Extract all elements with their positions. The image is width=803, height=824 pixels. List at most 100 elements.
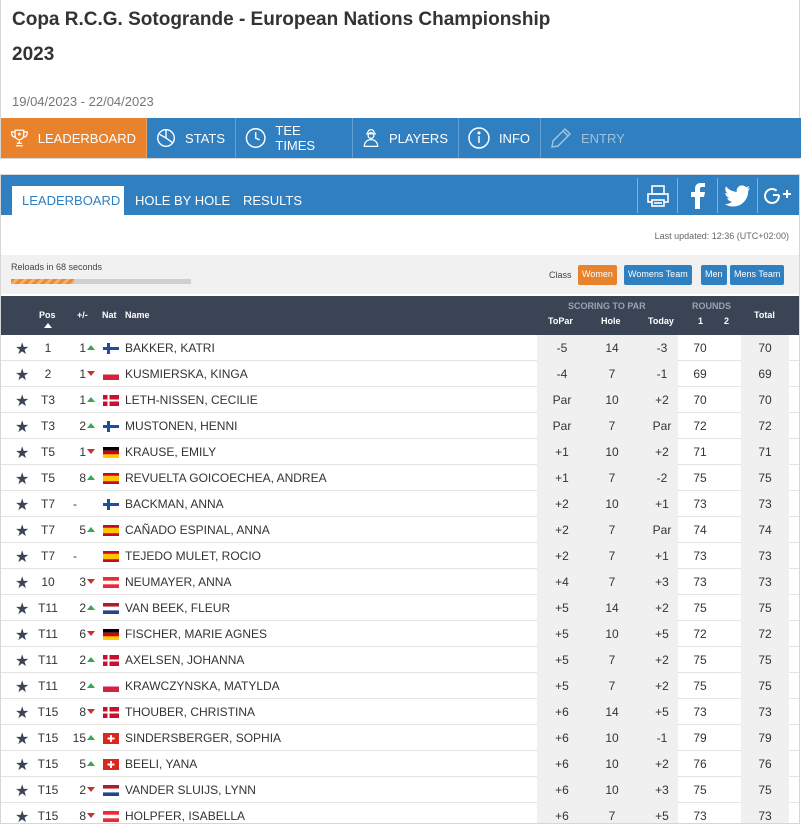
row-player-name[interactable]: MUSTONEN, HENNI	[125, 419, 237, 433]
table-row[interactable]: ★ T3 1 LETH-NISSEN, CECILIE Par 10 +2 70 70	[1, 387, 799, 413]
row-player-name[interactable]: LETH-NISSEN, CECILIE	[125, 393, 258, 407]
favorite-star-icon[interactable]: ★	[15, 417, 29, 437]
class-filter-label: Class	[549, 270, 572, 280]
row-player-name[interactable]: THOUBER, CHRISTINA	[125, 705, 255, 719]
row-today: +2	[655, 601, 669, 615]
row-total: 72	[758, 627, 772, 641]
favorite-star-icon[interactable]: ★	[15, 807, 29, 823]
favorite-star-icon[interactable]: ★	[15, 365, 29, 385]
facebook-button[interactable]	[677, 178, 717, 213]
favorite-star-icon[interactable]: ★	[15, 625, 29, 645]
row-round-1: 74	[693, 523, 707, 537]
nav-stats[interactable]: STATS	[147, 118, 236, 158]
table-row[interactable]: ★ T11 2 KRAWCZYNSKA, MATYLDA +5 7 +2 75 75	[1, 673, 799, 699]
row-player-name[interactable]: BAKKER, KATRI	[125, 341, 215, 355]
table-row[interactable]: ★ T15 5 BEELI, YANA +6 10 +2 76 76	[1, 751, 799, 777]
nationality-flag-icon	[103, 499, 119, 510]
row-round-1: 70	[693, 393, 707, 407]
class-women-button[interactable]: Women	[578, 265, 617, 285]
row-player-name[interactable]: CAÑADO ESPINAL, ANNA	[125, 523, 270, 537]
table-row[interactable]: ★ T11 2 AXELSEN, JOHANNA +5 7 +2 75 75	[1, 647, 799, 673]
row-round-1: 75	[693, 653, 707, 667]
favorite-star-icon[interactable]: ★	[15, 729, 29, 749]
favorite-star-icon[interactable]: ★	[15, 755, 29, 775]
row-total: 75	[758, 653, 772, 667]
twitter-icon	[724, 184, 750, 206]
table-row[interactable]: ★ T11 6 FISCHER, MARIE AGNES +5 10 +5 72 72	[1, 621, 799, 647]
table-row[interactable]: ★ T5 1 KRAUSE, EMILY +1 10 +2 71 71	[1, 439, 799, 465]
favorite-star-icon[interactable]: ★	[15, 781, 29, 801]
twitter-button[interactable]	[717, 178, 757, 213]
row-pos: T7	[40, 523, 55, 537]
table-row[interactable]: ★ T3 2 MUSTONEN, HENNI Par 7 Par 72 72	[1, 413, 799, 439]
row-pos: T3	[40, 393, 55, 407]
row-topar: Par	[552, 393, 572, 407]
row-total: 75	[758, 601, 772, 615]
row-topar: +6	[555, 809, 569, 823]
table-row[interactable]: ★ T11 2 VAN BEEK, FLEUR +5 14 +2 75 75	[1, 595, 799, 621]
class-womens-team-button[interactable]: Womens Team	[624, 265, 692, 285]
row-player-name[interactable]: KUSMIERSKA, KINGA	[125, 367, 248, 381]
row-player-name[interactable]: SINDERSBERGER, SOPHIA	[125, 731, 281, 745]
row-hole: 14	[605, 705, 619, 719]
table-row[interactable]: ★ T7 5 CAÑADO ESPINAL, ANNA +2 7 Par 74 74	[1, 517, 799, 543]
row-topar: +5	[555, 653, 569, 667]
move-up-icon	[87, 761, 95, 766]
favorite-star-icon[interactable]: ★	[15, 677, 29, 697]
row-player-name[interactable]: AXELSEN, JOHANNA	[125, 653, 244, 667]
favorite-star-icon[interactable]: ★	[15, 339, 29, 359]
favorite-star-icon[interactable]: ★	[15, 469, 29, 489]
favorite-star-icon[interactable]: ★	[15, 547, 29, 567]
row-pos: T15	[37, 809, 59, 823]
class-mens-team-button[interactable]: Mens Team	[730, 265, 785, 285]
table-row[interactable]: ★ 10 3 NEUMAYER, ANNA +4 7 +3 73 73	[1, 569, 799, 595]
tab-hole-by-hole[interactable]: HOLE BY HOLE	[125, 186, 240, 215]
table-row[interactable]: ★ T15 2 VANDER SLUIJS, LYNN +6 10 +3 75 75	[1, 777, 799, 803]
table-row[interactable]: ★ T7 - BACKMAN, ANNA +2 10 +1 73 73	[1, 491, 799, 517]
nav-players[interactable]: PLAYERS	[353, 118, 459, 158]
print-button[interactable]	[637, 178, 677, 213]
google-plus-button[interactable]	[757, 178, 797, 213]
row-player-name[interactable]: REVUELTA GOICOECHEA, ANDREA	[125, 471, 327, 485]
nav-tee-times[interactable]: TEE TIMES	[236, 118, 353, 158]
class-men-button[interactable]: Men	[701, 265, 727, 285]
row-player-name[interactable]: BEELI, YANA	[125, 757, 197, 771]
favorite-star-icon[interactable]: ★	[15, 521, 29, 541]
favorite-star-icon[interactable]: ★	[15, 391, 29, 411]
table-row[interactable]: ★ 1 1 BAKKER, KATRI -5 14 -3 70 70	[1, 335, 799, 361]
row-move: 2	[79, 419, 86, 433]
favorite-star-icon[interactable]: ★	[15, 651, 29, 671]
table-row[interactable]: ★ T7 - TEJEDO MULET, ROCIO +2 7 +1 73 73	[1, 543, 799, 569]
nav-info[interactable]: INFO	[459, 118, 541, 158]
tab-leaderboard[interactable]: LEADERBOARD	[12, 186, 124, 215]
row-player-name[interactable]: VAN BEEK, FLEUR	[125, 601, 230, 615]
table-row[interactable]: ★ T15 8 THOUBER, CHRISTINA +6 14 +5 73 73	[1, 699, 799, 725]
table-row[interactable]: ★ T5 8 REVUELTA GOICOECHEA, ANDREA +1 7 -2 75 75	[1, 465, 799, 491]
favorite-star-icon[interactable]: ★	[15, 703, 29, 723]
row-player-name[interactable]: FISCHER, MARIE AGNES	[125, 627, 267, 641]
nav-leaderboard[interactable]: LEADERBOARD	[1, 118, 147, 158]
row-player-name[interactable]: NEUMAYER, ANNA	[125, 575, 231, 589]
table-row[interactable]: ★ T15 8 HOLPFER, ISABELLA +6 7 +5 73 73	[1, 803, 799, 823]
table-row[interactable]: ★ 2 1 KUSMIERSKA, KINGA -4 7 -1 69 69	[1, 361, 799, 387]
row-player-name[interactable]: KRAUSE, EMILY	[125, 445, 216, 459]
col-pos[interactable]: Pos	[39, 310, 56, 320]
move-up-icon	[87, 657, 95, 662]
tab-results[interactable]: RESULTS	[233, 186, 312, 215]
favorite-star-icon[interactable]: ★	[15, 495, 29, 515]
table-row[interactable]: ★ T15 15 SINDERSBERGER, SOPHIA +6 10 -1 79 79	[1, 725, 799, 751]
row-today: +1	[655, 497, 669, 511]
favorite-star-icon[interactable]: ★	[15, 573, 29, 593]
row-player-name[interactable]: KRAWCZYNSKA, MATYLDA	[125, 679, 280, 693]
row-pos: T15	[37, 757, 59, 771]
reload-bar: Reloads in 68 seconds Class Women Womens…	[1, 255, 799, 294]
row-player-name[interactable]: VANDER SLUIJS, LYNN	[125, 783, 256, 797]
row-hole: 14	[605, 341, 619, 355]
row-move: 2	[79, 601, 86, 615]
nationality-flag-icon	[103, 811, 119, 822]
row-player-name[interactable]: HOLPFER, ISABELLA	[125, 809, 245, 823]
favorite-star-icon[interactable]: ★	[15, 443, 29, 463]
favorite-star-icon[interactable]: ★	[15, 599, 29, 619]
row-player-name[interactable]: BACKMAN, ANNA	[125, 497, 224, 511]
row-player-name[interactable]: TEJEDO MULET, ROCIO	[125, 549, 261, 563]
